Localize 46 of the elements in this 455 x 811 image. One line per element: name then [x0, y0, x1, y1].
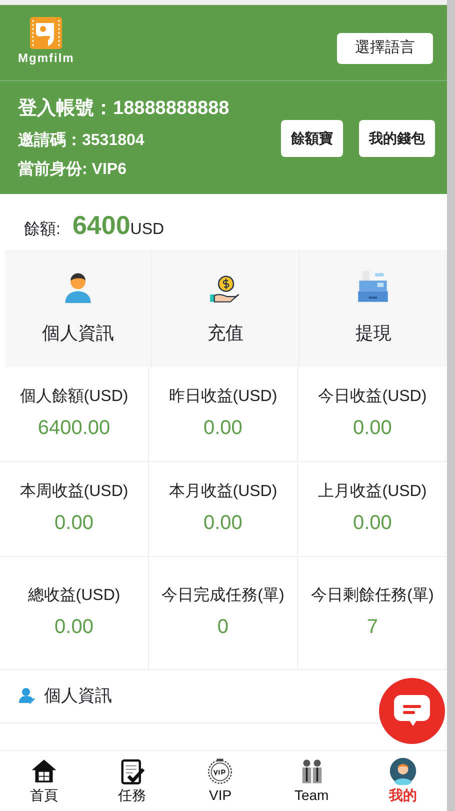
stat-label: 今日完成任務(單) — [162, 586, 284, 606]
balance-label: 餘額: — [24, 220, 60, 240]
cash-register-icon — [356, 270, 390, 304]
stat-label: 今日收益(USD) — [318, 386, 427, 406]
stat-value: 6400.00 — [38, 416, 110, 440]
action-label: 充值 — [207, 322, 244, 344]
stat-label: 本周收益(USD) — [20, 482, 128, 502]
stat-value: 0.00 — [54, 510, 94, 536]
currency-text: USD — [130, 220, 164, 240]
tab-item[interactable]: 首頁 — [24, 756, 64, 806]
stat-value: 0.00 — [204, 416, 242, 440]
stat-value: 7 — [366, 614, 378, 640]
identity-text: 當前身份: VIP6 — [18, 160, 128, 180]
action-label: 個人資訊 — [42, 322, 114, 344]
stat-label: 今日剩餘任務(單) — [311, 586, 434, 606]
language-button[interactable]: 選擇語言 — [337, 33, 433, 64]
stat-value: 0.00 — [352, 416, 392, 440]
menu-label: 個人資訊 — [44, 684, 112, 707]
header-button[interactable]: 我的錢包 — [359, 120, 435, 157]
stat-value: 0 — [217, 614, 229, 640]
balance-amount: 6400 — [72, 208, 130, 242]
menu-item[interactable]: 個人資訊 — [0, 670, 360, 722]
tab-item[interactable]: Team — [288, 756, 335, 806]
stat-label: 總收益(USD) — [28, 586, 120, 606]
person-edit-icon — [18, 686, 36, 704]
action-tile[interactable]: 個人資訊 — [5, 250, 152, 366]
stat-label: 本月收益(USD) — [168, 482, 278, 502]
stat-label: 個人餘額(USD) — [20, 386, 128, 406]
account-text: 登入帳號：18888888888 — [18, 96, 230, 121]
stat-value: 0.00 — [54, 614, 94, 640]
header-button[interactable]: 餘額寶 — [281, 120, 343, 157]
logo-icon — [28, 17, 64, 49]
stat-value: 0.00 — [352, 510, 392, 536]
action-label: 提現 — [355, 322, 392, 344]
tab-item[interactable]: 我的 — [382, 756, 423, 806]
tab-item[interactable]: 任務 — [112, 756, 152, 806]
action-tile[interactable]: 充值 — [152, 250, 300, 366]
invite-code-text: 邀請碼：3531804 — [18, 130, 146, 150]
stat-label: 上月收益(USD) — [318, 482, 427, 502]
action-tile[interactable]: 提現 — [300, 250, 447, 366]
stat-label: 昨日收益(USD) — [168, 386, 278, 406]
tab-item[interactable]: VIP — [200, 756, 240, 806]
logo-text: Mgmfilm — [18, 50, 74, 67]
stat-value: 0.00 — [204, 510, 242, 536]
avatar-icon — [388, 756, 417, 784]
vip-badge-icon — [206, 756, 234, 784]
